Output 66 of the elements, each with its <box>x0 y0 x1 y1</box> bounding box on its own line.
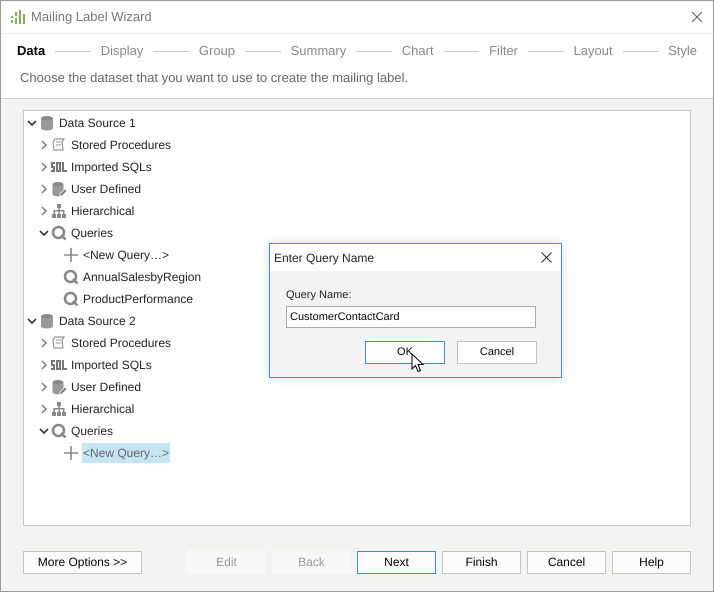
query-name-field[interactable]: CustomerContactCard <box>286 306 536 328</box>
chevron-right-icon[interactable] <box>39 360 49 370</box>
query-icon <box>63 268 79 284</box>
tree-item[interactable]: Data Source 2 <box>58 310 137 330</box>
chevron-right-icon[interactable] <box>39 382 49 392</box>
query-icon <box>51 422 67 438</box>
hierarchy-icon <box>51 400 67 416</box>
window-title: Mailing Label Wizard <box>31 8 152 26</box>
wizard-step[interactable]: Group <box>198 41 236 61</box>
tree-item[interactable]: User Defined <box>70 376 142 396</box>
close-icon[interactable] <box>541 252 552 263</box>
wizard-button[interactable]: Cancel <box>527 550 606 574</box>
instruction-text: Choose the dataset that you want to use to create the mailing label. <box>20 69 410 87</box>
tree-item[interactable]: <New Query…> <box>82 442 170 462</box>
wizard-step[interactable]: Chart <box>402 41 434 61</box>
app-logo-icon <box>11 9 25 25</box>
query-icon <box>51 224 67 240</box>
tree-item[interactable]: User Defined <box>70 178 142 198</box>
wizard-step[interactable]: Filter <box>489 41 518 61</box>
chevron-right-icon[interactable] <box>39 206 49 216</box>
tree-item[interactable]: Hierarchical <box>70 200 136 220</box>
tree-item[interactable]: Stored Procedures <box>70 134 172 154</box>
query-icon <box>63 290 79 306</box>
tree-item[interactable]: AnnualSalesbyRegion <box>82 266 202 286</box>
database-pencil-icon <box>51 378 67 394</box>
wizard-step[interactable]: Data <box>17 41 46 61</box>
tree-item[interactable]: Data Source 1 <box>58 112 137 132</box>
mouse-cursor-icon <box>411 353 424 373</box>
scroll-icon <box>51 136 67 152</box>
tree-item[interactable]: Hierarchical <box>70 398 136 418</box>
wizard-step[interactable]: Layout <box>574 41 613 61</box>
plus-icon <box>63 444 79 460</box>
wizard-step[interactable]: Display <box>100 41 144 61</box>
hierarchy-icon <box>51 202 67 218</box>
wizard-button[interactable]: Help <box>612 550 691 574</box>
wizard-button[interactable]: Finish <box>442 550 521 574</box>
tree-item[interactable]: Imported SQLs <box>70 354 153 374</box>
dialog-button[interactable]: OK <box>365 340 445 364</box>
wizard-step[interactable]: Summary <box>290 41 346 61</box>
tree-item[interactable]: Imported SQLs <box>70 156 153 176</box>
database-pencil-icon <box>51 180 67 196</box>
tree-item[interactable]: <New Query…> <box>82 244 170 264</box>
field-label: Query Name: <box>286 288 352 303</box>
tree-item[interactable]: Queries <box>70 222 114 242</box>
close-icon[interactable] <box>691 11 703 23</box>
chevron-down-icon[interactable] <box>39 426 49 436</box>
tree-item[interactable]: Queries <box>70 420 114 440</box>
chevron-right-icon[interactable] <box>39 338 49 348</box>
dialog-button[interactable]: Cancel <box>457 340 537 364</box>
wizard-step[interactable]: Style <box>668 41 698 61</box>
wizard-button[interactable]: Next <box>357 550 436 574</box>
tree-item[interactable]: Stored Procedures <box>70 332 172 352</box>
scroll-icon <box>51 334 67 350</box>
chevron-down-icon[interactable] <box>39 228 49 238</box>
cylinder-icon <box>39 312 55 328</box>
chevron-down-icon[interactable] <box>27 316 37 326</box>
dialog-title: Enter Query Name <box>274 250 374 266</box>
tree-item[interactable]: ProductPerformance <box>82 288 194 308</box>
chevron-right-icon[interactable] <box>39 184 49 194</box>
chevron-right-icon[interactable] <box>39 404 49 414</box>
plus-icon <box>63 246 79 262</box>
chevron-right-icon[interactable] <box>39 162 49 172</box>
chevron-right-icon[interactable] <box>39 140 49 150</box>
more-options-button[interactable]: More Options >> <box>23 550 142 574</box>
chevron-down-icon[interactable] <box>27 118 37 128</box>
cylinder-icon <box>39 114 55 130</box>
